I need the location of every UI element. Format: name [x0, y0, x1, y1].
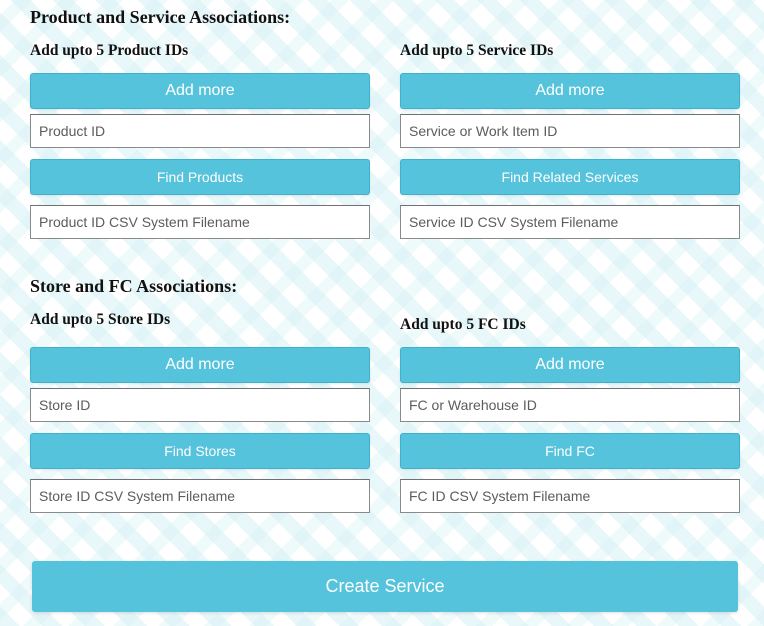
find-products-label: Find Products: [156, 169, 244, 185]
find-stores-label: Find Stores: [164, 443, 236, 459]
product-add-more-button[interactable]: Add more: [30, 73, 370, 109]
create-service-button[interactable]: Create Service: [32, 561, 738, 612]
create-service-label: Create Service: [325, 576, 445, 596]
product-csv-filename-input[interactable]: [30, 205, 370, 239]
fc-ids-heading: Add upto 5 FC IDs: [400, 316, 526, 333]
find-fc-label: Find FC: [545, 443, 595, 459]
store-add-more-button[interactable]: Add more: [30, 347, 370, 383]
service-csv-filename-input[interactable]: [400, 205, 740, 239]
service-add-more-button[interactable]: Add more: [400, 73, 740, 109]
store-ids-heading: Add upto 5 Store IDs: [30, 311, 171, 328]
store-fc-section-title: Store and FC Associations:: [30, 276, 238, 296]
service-ids-heading: Add upto 5 Service IDs: [400, 42, 554, 59]
find-related-services-button[interactable]: Find Related Services: [400, 159, 740, 195]
fc-add-more-button[interactable]: Add more: [400, 347, 740, 383]
fc-id-input[interactable]: [400, 388, 740, 422]
service-add-more-label: Add more: [535, 82, 605, 99]
store-add-more-label: Add more: [165, 356, 235, 373]
find-related-services-label: Find Related Services: [501, 169, 639, 185]
store-id-input[interactable]: [30, 388, 370, 422]
fc-csv-filename-input[interactable]: [400, 479, 740, 513]
find-fc-button[interactable]: Find FC: [400, 433, 740, 469]
product-ids-heading: Add upto 5 Product IDs: [30, 42, 189, 59]
service-id-input[interactable]: [400, 114, 740, 148]
find-products-button[interactable]: Find Products: [30, 159, 370, 195]
product-id-input[interactable]: [30, 114, 370, 148]
store-csv-filename-input[interactable]: [30, 479, 370, 513]
find-stores-button[interactable]: Find Stores: [30, 433, 370, 469]
product-service-section-title: Product and Service Associations:: [30, 7, 291, 27]
fc-add-more-label: Add more: [535, 356, 605, 373]
product-add-more-label: Add more: [165, 82, 235, 99]
